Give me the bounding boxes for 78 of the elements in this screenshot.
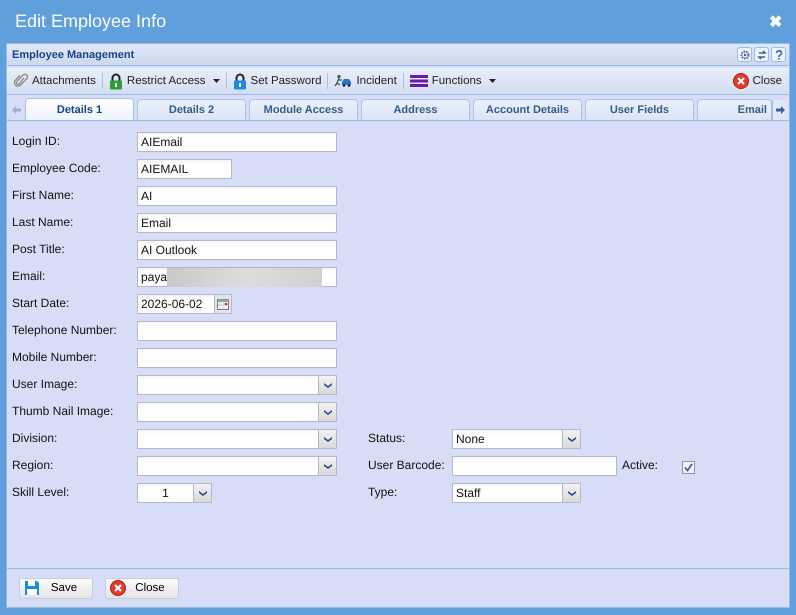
refresh-icon (756, 50, 766, 60)
field-label: Login ID: (12, 133, 62, 148)
close-icon (110, 580, 126, 596)
dropdown[interactable]: None (452, 429, 581, 449)
field-label: Division: (12, 430, 58, 445)
field-label: Skill Level: (12, 484, 70, 499)
tab[interactable]: Details 2 (137, 99, 246, 120)
toolbar-button[interactable]: Incident (331, 70, 400, 92)
text-field[interactable]: AI Outlook (137, 240, 337, 260)
field-label: User Image: (12, 376, 78, 391)
tab[interactable]: Account Details (473, 99, 582, 120)
chevron-down-icon (324, 382, 332, 388)
dropdown[interactable]: Staff (452, 483, 581, 503)
checkbox[interactable] (682, 461, 695, 474)
toolbar-button[interactable]: Set Password (230, 70, 324, 92)
help-button[interactable] (771, 47, 786, 62)
dropdown[interactable] (137, 375, 337, 395)
help-icon (774, 50, 782, 60)
tab[interactable]: Details 1 (25, 98, 134, 120)
calendar-button[interactable] (215, 294, 232, 314)
field-label: Employee Code: (12, 160, 102, 175)
scroll-right-button[interactable] (772, 100, 788, 120)
field-label: Status: (368, 430, 406, 445)
tab[interactable]: Address (361, 99, 470, 120)
lock-icon (232, 72, 247, 90)
toolbar-button[interactable]: Attachments (11, 70, 99, 92)
panel-title: Employee Management (12, 48, 134, 60)
text-field[interactable] (452, 456, 617, 476)
field-label: Mobile Number: (12, 349, 98, 364)
tab[interactable]: User Fields (585, 99, 694, 120)
dropdown[interactable] (137, 456, 337, 476)
text-field[interactable]: Email (137, 213, 337, 233)
chevron-down-icon (324, 464, 332, 468)
field-label: Type: (368, 484, 398, 499)
date-field[interactable]: 2026-06-02 (137, 294, 215, 314)
chevron-down-icon (198, 490, 206, 496)
field-label: Email: (12, 268, 46, 283)
chevron-down-icon (324, 410, 332, 414)
checkbox-label: Active: (622, 457, 660, 472)
field-label: Last Name: (12, 214, 74, 229)
tab[interactable]: Email (697, 99, 772, 120)
tab[interactable]: Module Access (249, 99, 358, 120)
settings-button[interactable] (737, 47, 752, 62)
save-button[interactable]: Save (19, 578, 93, 598)
dropdown[interactable] (137, 402, 337, 422)
person-car-icon (334, 74, 352, 88)
text-field[interactable] (137, 348, 337, 368)
text-field[interactable]: AIEMAIL (137, 159, 232, 179)
field-label: Region: (12, 457, 54, 472)
gear-icon (740, 50, 750, 60)
field-label: User Barcode: (368, 457, 446, 472)
field-label: Telephone Number: (12, 322, 118, 337)
field-label: Post Title: (12, 241, 66, 256)
field-label: Thumb Nail Image: (12, 403, 114, 418)
chevron-down-icon (568, 436, 576, 442)
text-field[interactable]: paya (137, 267, 337, 287)
right-arrow-icon (776, 106, 785, 114)
field-label: Start Date: (12, 295, 70, 310)
dropdown[interactable] (137, 429, 337, 449)
window-title: Edit Employee Info (15, 11, 166, 32)
chevron-down-icon (324, 436, 332, 442)
text-field[interactable] (137, 321, 337, 341)
refresh-button[interactable] (754, 47, 769, 62)
toolbar-close-button[interactable]: Close (730, 70, 785, 92)
close-button[interactable]: Close (105, 578, 179, 598)
text-field[interactable]: AI (137, 186, 337, 206)
text-field[interactable]: AIEmail (137, 132, 337, 152)
calendar-icon (217, 298, 229, 310)
menu-icon (410, 75, 428, 87)
chevron-down-icon (568, 490, 576, 496)
left-arrow-icon (12, 106, 20, 114)
lock-icon (108, 72, 123, 90)
close-icon (732, 73, 749, 89)
paperclip-icon (14, 73, 28, 89)
dropdown[interactable]: 1 (137, 483, 212, 503)
field-label: First Name: (12, 187, 76, 202)
toolbar-button[interactable]: Restrict Access (106, 70, 223, 92)
toolbar-button[interactable]: Functions (406, 70, 499, 92)
